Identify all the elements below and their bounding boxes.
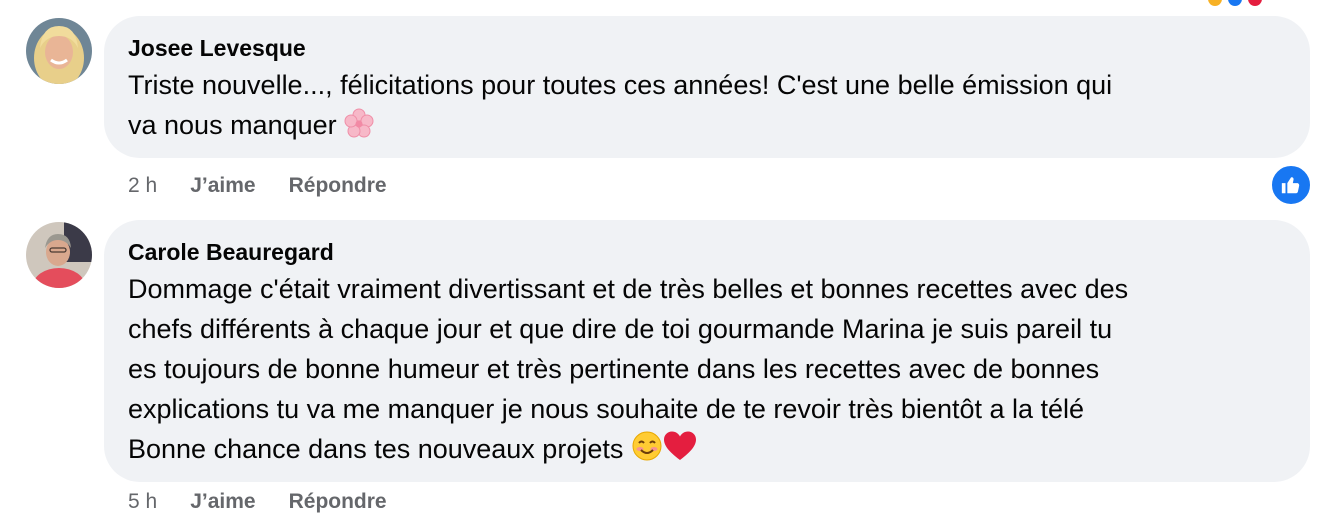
comment-actions: 5 h J’aime Répondre [128,486,420,518]
like-reaction-badge[interactable] [1270,164,1312,206]
reaction-icon [1228,0,1242,6]
comment-text: Dommage c'était vraiment divertissant et… [128,269,1286,473]
reply-button[interactable]: Répondre [289,490,387,514]
comment-timestamp[interactable]: 2 h [128,174,157,198]
comment-bubble: Carole Beauregard Dommage c'était vraime… [104,220,1310,482]
comment-timestamp[interactable]: 5 h [128,490,157,514]
comment-author[interactable]: Josee Levesque [128,33,1286,63]
thumbs-up-icon [1281,177,1300,194]
comment-author[interactable]: Carole Beauregard [128,237,1286,267]
comment-text: Triste nouvelle..., félicitations pour t… [128,65,1286,149]
reply-button[interactable]: Répondre [289,174,387,198]
red-heart-icon [663,430,697,473]
reaction-icon [1208,0,1222,6]
comment-bubble: Josee Levesque Triste nouvelle..., félic… [104,16,1310,158]
smiling-face-icon [631,430,663,473]
comment-actions: 2 h J’aime Répondre [128,170,420,202]
reaction-icons-fragment [1208,0,1268,6]
like-button[interactable]: J’aime [190,174,255,198]
cherry-blossom-icon [344,108,374,149]
avatar[interactable] [26,18,92,84]
comment-text-body: Dommage c'était vraiment divertissant et… [128,274,1129,464]
avatar[interactable] [26,222,92,288]
comment-text-body: Triste nouvelle..., félicitations pour t… [128,70,1113,140]
avatar-image [26,222,92,288]
reaction-icon [1248,0,1262,6]
like-button[interactable]: J’aime [190,490,255,514]
comments-section: Josee Levesque Triste nouvelle..., félic… [0,0,1334,524]
avatar-image [26,18,92,84]
